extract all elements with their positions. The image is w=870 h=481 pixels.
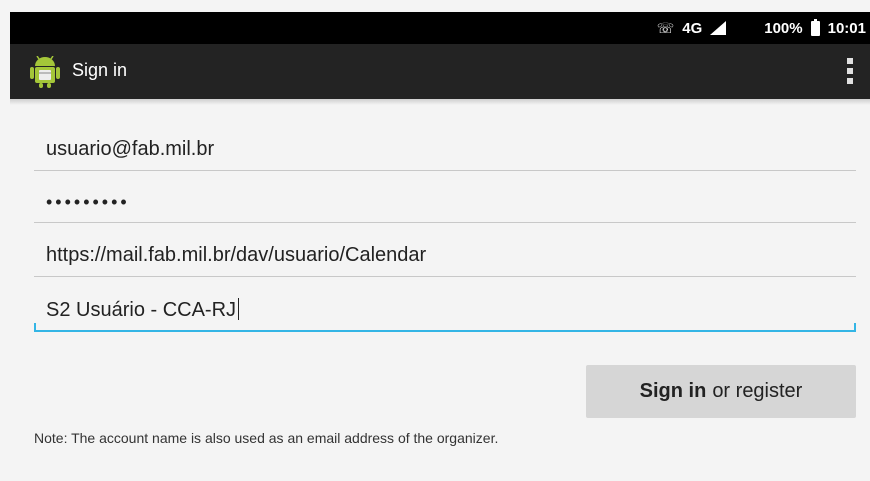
battery-icon <box>810 18 820 36</box>
clock: 10:01 <box>827 19 866 37</box>
calendar-url-value: https://mail.fab.mil.br/dav/usuario/Cale… <box>46 244 427 266</box>
register-label: or register <box>712 380 803 402</box>
account-name-note: Note: The account name is also used as a… <box>34 430 499 446</box>
cellular-signal-icon <box>710 21 727 35</box>
status-bar: ☏ 4G 100% 10:01 <box>10 12 870 44</box>
text-cursor <box>238 298 240 320</box>
account-name-value: S2 Usuário - CCA-RJ <box>46 299 237 321</box>
account-name-field[interactable]: S2 Usuário - CCA-RJ <box>34 290 856 332</box>
email-field[interactable]: usuario@fab.mil.br <box>34 130 856 171</box>
status-icons: ☏ 4G 100% 10:01 <box>657 12 866 44</box>
network-type: 4G <box>682 19 703 37</box>
email-value: usuario@fab.mil.br <box>46 138 215 160</box>
battery-percent: 100% <box>764 19 803 37</box>
calendar-url-field[interactable]: https://mail.fab.mil.br/dav/usuario/Cale… <box>34 236 856 277</box>
sign-in-label: Sign in <box>639 380 707 402</box>
account-name-wrapper: S2 Usuário - CCA-RJ <box>46 298 240 322</box>
action-bar-shadow <box>10 99 870 105</box>
overflow-menu-icon[interactable] <box>846 58 854 86</box>
password-field[interactable]: ••••••••• <box>34 182 856 223</box>
android-app-icon[interactable] <box>30 56 60 88</box>
screen-title: Sign in <box>72 60 128 80</box>
action-bar: Sign in <box>10 44 870 99</box>
sign-in-or-register-button[interactable]: Sign in or register <box>586 365 856 418</box>
wifi-calling-icon: ☏ <box>656 19 675 36</box>
password-value: ••••••••• <box>46 192 130 212</box>
